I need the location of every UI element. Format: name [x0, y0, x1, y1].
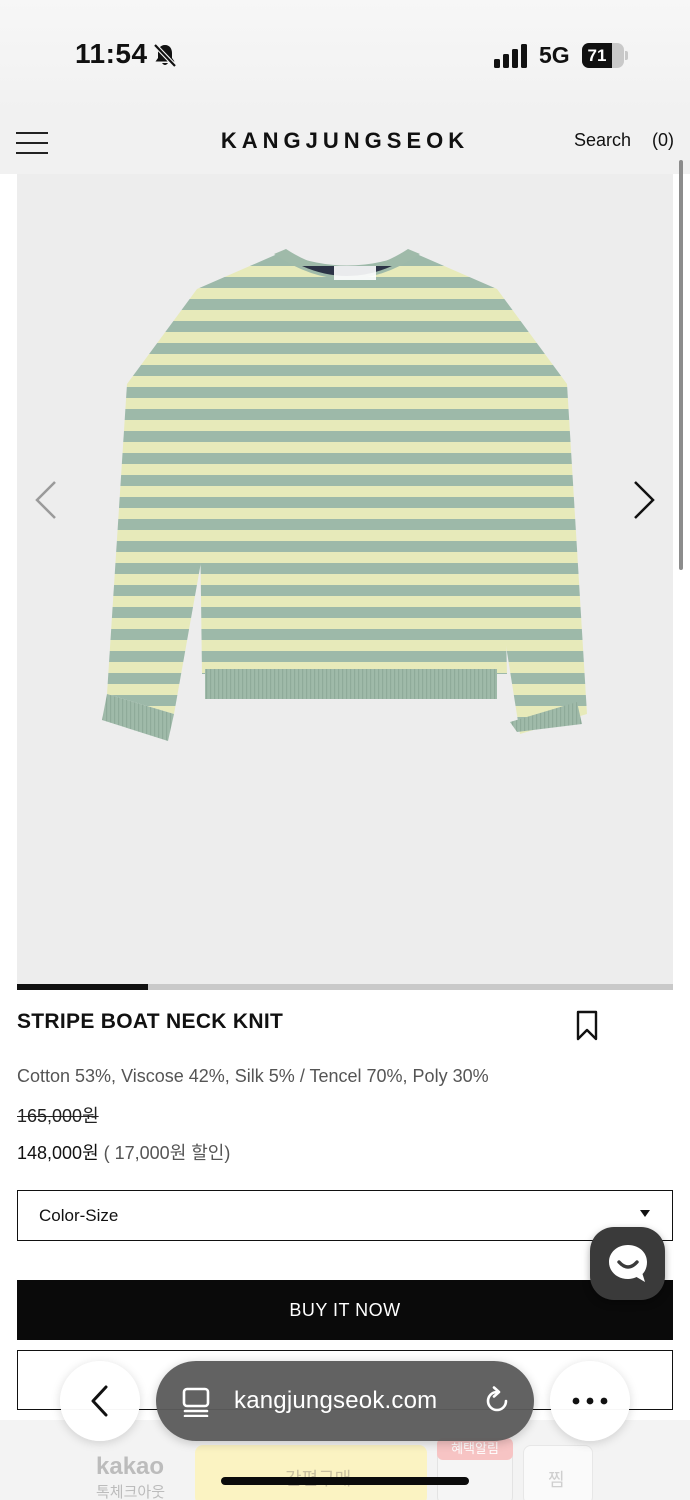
site-header: KANGJUNGSEOK Search (0)	[0, 110, 690, 174]
battery-icon: 71	[582, 43, 628, 68]
gallery-progress	[17, 984, 673, 990]
option-select-value: Color-Size	[39, 1206, 119, 1225]
browser-more-button[interactable]	[550, 1361, 630, 1441]
home-indicator	[221, 1477, 469, 1485]
chevron-right-icon[interactable]	[631, 479, 657, 521]
wish-label: 찜	[548, 1470, 565, 1490]
status-bar: 11:54 5G 71	[0, 0, 690, 110]
chat-button[interactable]	[590, 1227, 665, 1300]
browser-back-button[interactable]	[60, 1361, 140, 1441]
network-label: 5G	[539, 42, 570, 68]
product-title: STRIPE BOAT NECK KNIT	[17, 1010, 284, 1033]
more-icon	[572, 1397, 608, 1405]
page-scrollbar[interactable]	[679, 160, 683, 570]
option-select[interactable]: Color-Size	[17, 1190, 673, 1241]
reload-icon[interactable]	[482, 1386, 512, 1416]
buy-now-button[interactable]: BUY IT NOW	[17, 1280, 673, 1340]
chevron-left-icon[interactable]	[33, 479, 59, 521]
product-image	[102, 249, 587, 741]
status-time: 11:54	[75, 38, 148, 69]
kakao-logo: kakao	[96, 1453, 165, 1480]
bell-slash-icon	[153, 43, 177, 68]
discount-amount: ( 17,000원 할인)	[98, 1143, 231, 1163]
signal-icon	[494, 44, 527, 68]
chat-icon	[609, 1245, 647, 1282]
gallery-progress-fill	[17, 984, 149, 990]
url-text: kangjungseok.com	[234, 1387, 438, 1414]
menu-icon[interactable]	[16, 132, 48, 154]
benefit-alert-badge: 혜택알림	[437, 1438, 513, 1460]
brand-logo[interactable]: KANGJUNGSEOK	[190, 128, 500, 154]
sale-price: 148,000원	[17, 1143, 99, 1163]
original-price: 165,000원	[17, 1106, 99, 1126]
search-link[interactable]: Search	[574, 130, 631, 151]
url-bar[interactable]: kangjungseok.com	[156, 1361, 534, 1441]
cart-link[interactable]: (0)	[652, 130, 674, 151]
back-icon	[91, 1385, 108, 1417]
product-gallery[interactable]	[17, 174, 673, 984]
bookmark-icon[interactable]	[575, 1010, 599, 1042]
tabs-icon[interactable]	[182, 1387, 210, 1417]
kakao-checkout-label: 톡체크아웃	[96, 1484, 166, 1500]
caret-down-icon	[640, 1210, 650, 1217]
product-material: Cotton 53%, Viscose 42%, Silk 5% / Tence…	[17, 1066, 489, 1086]
battery-level: 71	[587, 46, 607, 65]
sale-price-line: 148,000원 ( 17,000원 할인)	[17, 1139, 230, 1165]
